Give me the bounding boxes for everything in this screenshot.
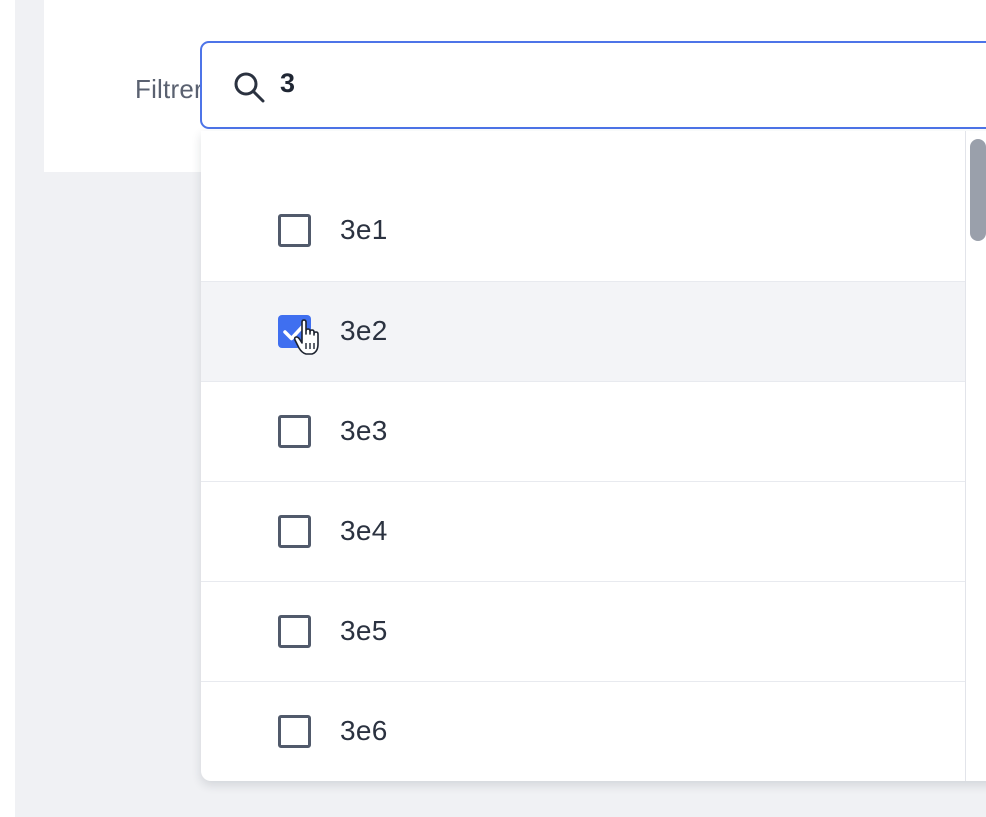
search-input[interactable]: 3	[200, 41, 986, 129]
page: Filtrer 3 3e1 3e2 3e3 3e4 3e5 3e6	[0, 0, 986, 817]
checkbox-unchecked[interactable]	[278, 715, 311, 748]
option-3e5[interactable]: 3e5	[201, 581, 965, 681]
option-3e4[interactable]: 3e4	[201, 481, 965, 581]
option-label: 3e6	[340, 715, 388, 746]
scrollbar-thumb[interactable]	[970, 139, 986, 241]
options-dropdown: 3e1 3e2 3e3 3e4 3e5 3e6	[201, 131, 986, 781]
option-label: 3e4	[340, 515, 388, 546]
option-3e6[interactable]: 3e6	[201, 681, 965, 781]
option-3e1[interactable]: 3e1	[201, 181, 965, 281]
search-icon	[234, 72, 265, 103]
option-label: 3e2	[340, 315, 388, 346]
checkbox-unchecked[interactable]	[278, 615, 311, 648]
option-label: 3e3	[340, 415, 388, 446]
checkbox-unchecked[interactable]	[278, 515, 311, 548]
option-label: 3e1	[340, 214, 388, 245]
option-label: 3e5	[340, 615, 388, 646]
option-3e2[interactable]: 3e2	[201, 281, 965, 381]
dropdown-scrollbar[interactable]	[965, 131, 986, 781]
option-3e3[interactable]: 3e3	[201, 381, 965, 481]
checkbox-unchecked[interactable]	[278, 415, 311, 448]
hand-pointer-cursor-icon	[293, 319, 319, 355]
filter-label: Filtrer	[135, 74, 203, 104]
checkbox-unchecked[interactable]	[278, 214, 311, 247]
search-value[interactable]: 3	[280, 68, 295, 99]
